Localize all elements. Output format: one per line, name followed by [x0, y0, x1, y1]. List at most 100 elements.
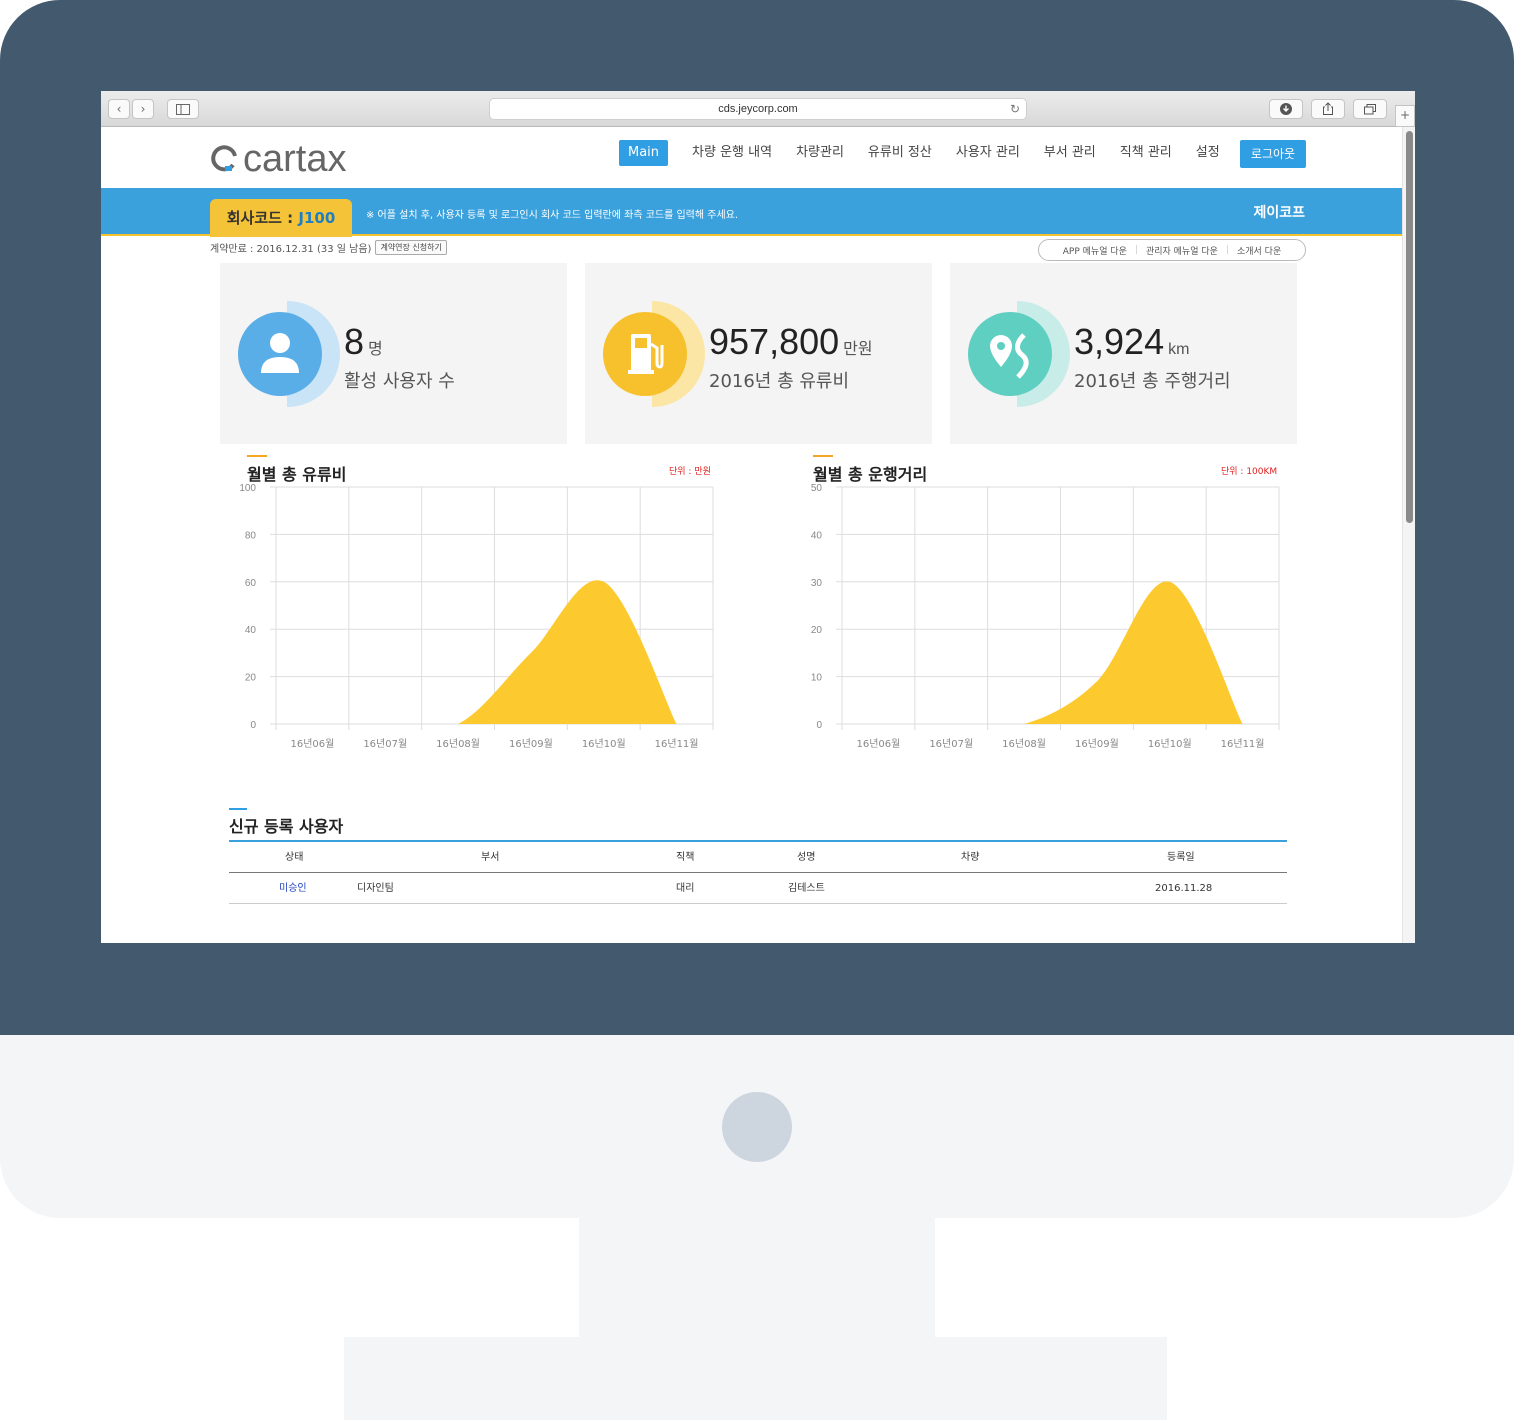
route-pin-icon — [968, 301, 1070, 407]
admin-manual-download-link[interactable]: 관리자 메뉴얼 다운 — [1146, 244, 1218, 257]
company-name: 제이코프 — [1253, 205, 1305, 221]
brochure-download-link[interactable]: 소개서 다운 — [1237, 244, 1281, 257]
x-tick-label: 16년11월 — [1221, 738, 1265, 750]
address-bar[interactable]: cds.jeycorp.com ↻ — [489, 98, 1027, 120]
cartax-logo[interactable]: cartax — [211, 137, 347, 180]
x-tick-label: 16년07월 — [929, 738, 973, 750]
new-tab-button[interactable]: + — [1395, 105, 1415, 127]
stat-number: 3,924 — [1074, 321, 1165, 362]
share-icon — [1323, 102, 1333, 115]
y-tick-label: 0 — [816, 720, 822, 731]
cell-registered-date: 2016.11.28 — [1155, 883, 1213, 894]
stat-label: 활성 사용자 수 — [344, 371, 455, 392]
divider: | — [1225, 245, 1229, 255]
header-department: 부서 — [481, 852, 500, 863]
company-code-label: 회사코드 : — [226, 209, 299, 227]
y-tick-label: 40 — [811, 530, 823, 541]
monitor-stand-neck — [579, 1218, 935, 1338]
cell-name: 김테스트 — [788, 883, 825, 894]
header-status: 상태 — [285, 852, 304, 863]
new-users-title: 신규 등록 사용자 — [229, 817, 344, 836]
stat-card-active-users: 8명 활성 사용자 수 — [220, 263, 567, 444]
header-vehicle: 차량 — [961, 852, 980, 863]
sidebar-toggle-button[interactable] — [167, 99, 199, 119]
back-icon: ‹ — [116, 102, 122, 116]
tabs-overview-button[interactable] — [1353, 99, 1387, 119]
title-accent — [247, 455, 267, 457]
y-tick-label: 0 — [250, 720, 256, 731]
title-accent — [813, 455, 833, 457]
new-users-table: 상태 부서 직책 성명 차량 등록일 미승인 디자인팀 대리 김테스트 2016… — [229, 840, 1287, 904]
nav-user-management[interactable]: 사용자 관리 — [956, 140, 1020, 166]
y-tick-label: 20 — [245, 673, 257, 684]
chart-plot: 0 10 20 30 40 50 16년06월 16년07월 16년08월 16년09월 16년10… — [811, 483, 1280, 750]
x-tick-label: 16년06월 — [290, 738, 334, 750]
nav-position-management[interactable]: 직책 관리 — [1120, 140, 1172, 166]
y-tick-label: 50 — [811, 483, 823, 494]
y-tick-label: 30 — [811, 578, 823, 589]
x-tick-label: 16년09월 — [509, 738, 553, 750]
nav-fuel-settlement[interactable]: 유류비 정산 — [868, 140, 932, 166]
banner-notice: ※ 어플 설치 후, 사용자 등록 및 로그인시 회사 코드 입력란에 좌측 코… — [366, 210, 739, 221]
stat-unit: 명 — [368, 341, 383, 358]
share-button[interactable] — [1311, 99, 1345, 119]
stat-label: 2016년 총 유류비 — [709, 371, 850, 392]
x-tick-label: 16년11월 — [655, 738, 699, 750]
forward-button[interactable]: › — [132, 99, 154, 119]
y-tick-label: 80 — [245, 530, 257, 541]
monitor-stand-base — [344, 1337, 1167, 1420]
nav-department-management[interactable]: 부서 관리 — [1044, 140, 1096, 166]
table-row[interactable]: 미승인 디자인팀 대리 김테스트 2016.11.28 — [229, 873, 1287, 904]
cell-position: 대리 — [676, 883, 695, 894]
stat-number: 8 — [344, 321, 365, 362]
monthly-fuel-cost-chart: 월별 총 유류비 단위 : 만원 0 20 40 60 80 100 16년06월 16년07… — [231, 453, 731, 773]
page-scrollbar[interactable] — [1402, 127, 1415, 943]
stat-value: 8명 — [344, 321, 383, 363]
stat-value: 3,924 km — [1074, 321, 1189, 363]
nav-settings[interactable]: 설정 — [1196, 140, 1220, 166]
stat-card-total-distance: 3,924 km 2016년 총 주행거리 — [950, 263, 1297, 444]
downloads-button[interactable] — [1269, 99, 1303, 119]
plus-icon: + — [1399, 108, 1411, 122]
user-icon — [238, 301, 340, 407]
x-tick-label: 16년07월 — [363, 738, 407, 750]
y-tick-label: 10 — [811, 673, 823, 684]
section-accent — [229, 808, 247, 810]
nav-driving-history[interactable]: 차량 운행 내역 — [692, 140, 772, 166]
browser-toolbar: ‹ › cds.jeycorp.com ↻ + — [101, 91, 1415, 127]
forward-icon: › — [140, 102, 146, 116]
logout-button[interactable]: 로그아웃 — [1240, 140, 1306, 168]
logo-mark-icon — [211, 145, 237, 172]
x-tick-label: 16년09월 — [1075, 738, 1119, 750]
chart-unit-label: 단위 : 만원 — [669, 467, 711, 477]
stat-label: 2016년 총 주행거리 — [1074, 371, 1231, 392]
company-code-tab: 회사코드 : J100 — [210, 199, 352, 237]
x-tick-label: 16년08월 — [1002, 738, 1046, 750]
download-links: APP 메뉴얼 다운 | 관리자 메뉴얼 다운 | 소개서 다운 — [1038, 239, 1306, 261]
contract-renew-button[interactable]: 계약연장 신청하기 — [375, 240, 447, 255]
x-tick-label: 16년06월 — [856, 738, 900, 750]
nav-main[interactable]: Main — [619, 140, 669, 166]
app-manual-download-link[interactable]: APP 메뉴얼 다운 — [1063, 244, 1127, 257]
y-tick-label: 60 — [245, 578, 257, 589]
logo-text: cartax — [243, 137, 347, 180]
status-badge[interactable]: 미승인 — [279, 873, 307, 904]
sidebar-icon — [176, 104, 190, 115]
main-nav: Main 차량 운행 내역 차량관리 유류비 정산 사용자 관리 부서 관리 직… — [619, 140, 1244, 166]
reload-icon[interactable]: ↻ — [1010, 99, 1020, 119]
fuel-pump-icon — [603, 301, 705, 407]
divider: | — [1134, 245, 1138, 255]
scrollbar-thumb[interactable] — [1406, 131, 1413, 523]
stat-unit: 만원 — [843, 341, 873, 358]
stat-number: 957,800 — [709, 321, 840, 362]
tabs-icon — [1364, 104, 1376, 115]
company-code-value: J100 — [298, 209, 336, 227]
x-tick-label: 16년10월 — [1148, 738, 1192, 750]
nav-vehicle-management[interactable]: 차량관리 — [796, 140, 844, 166]
header-position: 직책 — [676, 852, 695, 863]
cell-department: 디자인팀 — [357, 883, 394, 894]
stat-unit: km — [1168, 341, 1190, 358]
chart-title: 월별 총 유류비 — [247, 465, 347, 484]
back-button[interactable]: ‹ — [108, 99, 130, 119]
browser-window: ‹ › cds.jeycorp.com ↻ + cartax Main 차량 운… — [101, 91, 1415, 943]
